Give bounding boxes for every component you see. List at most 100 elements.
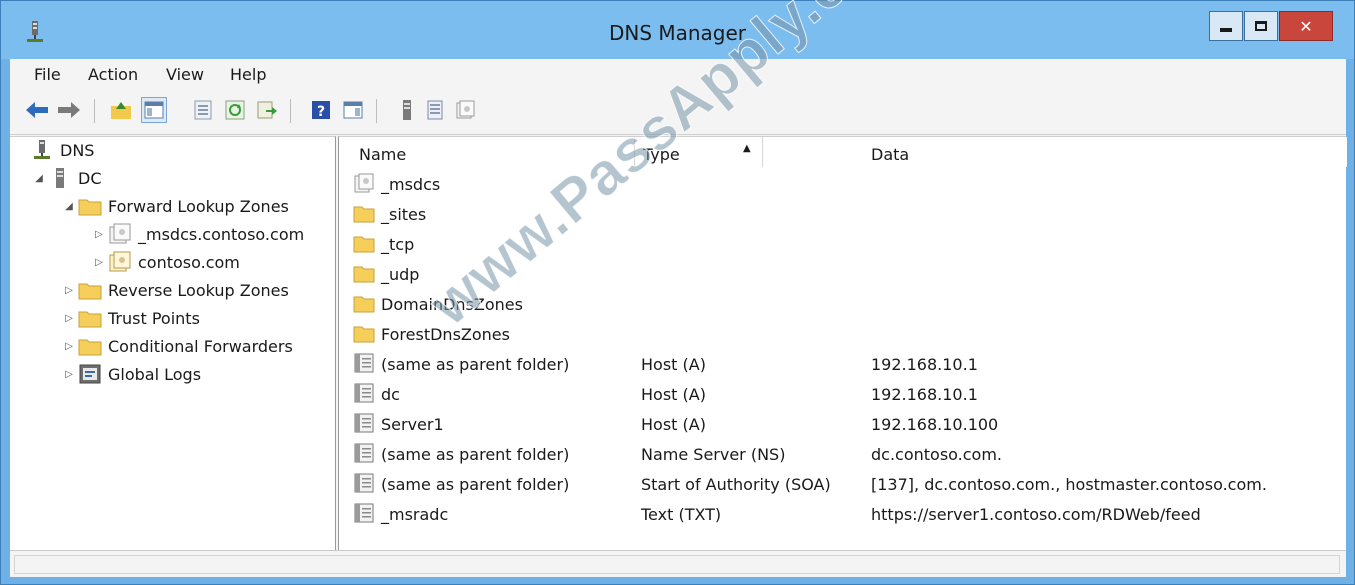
record-name: _sites: [381, 205, 427, 224]
record-name: _msdcs: [381, 175, 441, 194]
action-pane-button[interactable]: [340, 97, 366, 123]
forward-button[interactable]: [56, 97, 82, 123]
folder-icon: [353, 266, 375, 283]
record-row[interactable]: _sites: [339, 199, 1347, 229]
show-hide-tree-button[interactable]: [141, 97, 167, 123]
record-row[interactable]: _tcp: [339, 229, 1347, 259]
record-icon: [354, 353, 374, 373]
help-icon: ?: [312, 101, 330, 120]
tree-item-server-dc[interactable]: ◢ DC: [32, 165, 102, 191]
tree-label: _msdcs.contoso.com: [138, 224, 305, 244]
forward-icon: [58, 102, 80, 118]
tree-item-dns[interactable]: DNS: [14, 137, 94, 163]
console-tree: DNS ◢ DC ◢ Forward Lookup Zones ▷ _msdcs…: [10, 136, 336, 550]
column-label: Type: [643, 145, 680, 164]
toolbar: ?: [10, 89, 1346, 135]
record-row[interactable]: _udp: [339, 259, 1347, 289]
folder-icon: [78, 199, 102, 216]
record-row[interactable]: (same as parent folder) Start of Authorit…: [339, 469, 1347, 499]
record-row[interactable]: _msdcs: [339, 169, 1347, 199]
back-button[interactable]: [24, 97, 50, 123]
record-name: _udp: [381, 265, 420, 284]
tree-item-reverse-lookup-zones[interactable]: ▷ Reverse Lookup Zones: [62, 277, 289, 303]
up-folder-icon: [111, 102, 131, 119]
column-header-name[interactable]: Name: [339, 137, 635, 167]
expand-arrow-icon[interactable]: ▷: [62, 313, 76, 324]
record-icon: [354, 413, 374, 433]
client-area: File Action View Help ? DNS ◢ DC ◢ Forwa…: [10, 59, 1347, 577]
server-icon: [403, 100, 411, 120]
up-one-level-button[interactable]: [108, 97, 134, 123]
svg-text:?: ?: [317, 104, 325, 120]
records-list: Name Type ▲ Data _msdcs _sites _tcp _udp Dom…: [338, 136, 1347, 550]
menu-action[interactable]: Action: [86, 65, 140, 84]
tree-label: Trust Points: [108, 308, 200, 328]
record-row[interactable]: _msradc Text (TXT) https://server1.contoso…: [339, 499, 1347, 529]
record-row[interactable]: Server1 Host (A) 192.168.10.100: [339, 409, 1347, 439]
record-data: 192.168.10.1: [871, 385, 978, 404]
dns-root-icon: [34, 140, 50, 159]
minimize-icon: [1220, 28, 1232, 32]
record-name: (same as parent folder): [381, 475, 570, 494]
tree-item-conditional-forwarders[interactable]: ▷ Conditional Forwarders: [62, 333, 293, 359]
export-list-icon: [257, 101, 277, 119]
refresh-button[interactable]: [222, 97, 248, 123]
expand-arrow-icon[interactable]: ▷: [92, 229, 106, 240]
zone-icon: [456, 100, 475, 119]
expand-arrow-icon[interactable]: ▷: [62, 285, 76, 296]
maximize-icon: [1255, 21, 1267, 31]
column-header-type[interactable]: Type ▲: [635, 137, 763, 167]
record-row[interactable]: (same as parent folder) Host (A) 192.168.1…: [339, 349, 1347, 379]
record-row[interactable]: (same as parent folder) Name Server (NS) d…: [339, 439, 1347, 469]
refresh-icon: [225, 100, 245, 120]
column-label: Data: [871, 145, 910, 164]
tree-item-trust-points[interactable]: ▷ Trust Points: [62, 305, 200, 331]
properties-button[interactable]: [190, 97, 216, 123]
tree-item-forward-lookup-zones[interactable]: ◢ Forward Lookup Zones: [62, 193, 289, 219]
expand-arrow-icon[interactable]: ▷: [62, 369, 76, 380]
export-list-button[interactable]: [254, 97, 280, 123]
menu-view[interactable]: View: [164, 65, 206, 84]
expand-arrow-icon[interactable]: ▷: [62, 341, 76, 352]
record-data: 192.168.10.100: [871, 415, 999, 434]
record-row[interactable]: dc Host (A) 192.168.10.1: [339, 379, 1347, 409]
list-button[interactable]: [422, 97, 448, 123]
server-button[interactable]: [394, 97, 420, 123]
record-type: Host (A): [641, 415, 706, 434]
record-name: _msradc: [381, 505, 449, 524]
tree-item-zone-contoso[interactable]: ▷ contoso.com: [92, 249, 240, 275]
status-bar: [10, 550, 1346, 577]
collapse-arrow-icon[interactable]: ◢: [62, 201, 76, 212]
record-row[interactable]: DomainDnsZones: [339, 289, 1347, 319]
tree-label: contoso.com: [138, 252, 240, 272]
title-bar[interactable]: DNS Manager ✕: [1, 1, 1354, 59]
menu-file[interactable]: File: [32, 65, 63, 84]
folder-icon: [353, 326, 375, 343]
server-icon: [56, 168, 64, 188]
collapse-arrow-icon[interactable]: ◢: [32, 173, 46, 184]
dns-manager-window: DNS Manager ✕ File Action View Help ? DN…: [0, 0, 1355, 585]
record-name: Server1: [381, 415, 444, 434]
minimize-button[interactable]: [1209, 11, 1243, 41]
record-name: ForestDnsZones: [381, 325, 510, 344]
record-row[interactable]: ForestDnsZones: [339, 319, 1347, 349]
tree-item-zone-msdcs[interactable]: ▷ _msdcs.contoso.com: [92, 221, 304, 247]
toolbar-separator: [290, 99, 291, 123]
menu-help[interactable]: Help: [228, 65, 268, 84]
toolbar-separator: [94, 99, 95, 123]
status-cell: [14, 555, 1340, 574]
help-button[interactable]: ?: [308, 97, 334, 123]
toolbar-separator: [376, 99, 377, 123]
column-header-data[interactable]: Data: [763, 137, 1347, 167]
delegated-zone-icon: [354, 173, 374, 193]
tree-label: Reverse Lookup Zones: [108, 280, 289, 300]
tree-item-global-logs[interactable]: ▷ Global Logs: [62, 361, 201, 387]
tree-label: Global Logs: [108, 364, 202, 384]
record-name: (same as parent folder): [381, 355, 570, 374]
zone-button[interactable]: [452, 97, 478, 123]
maximize-button[interactable]: [1244, 11, 1278, 41]
record-icon: [354, 383, 374, 403]
expand-arrow-icon[interactable]: ▷: [92, 257, 106, 268]
record-type: Text (TXT): [641, 505, 722, 524]
close-button[interactable]: ✕: [1279, 11, 1333, 41]
